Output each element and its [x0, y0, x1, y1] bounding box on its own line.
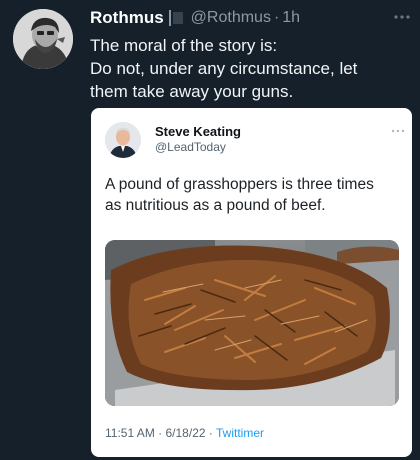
quoted-more-icon[interactable] [391, 122, 405, 136]
tweet-time[interactable]: 1h [282, 9, 300, 27]
quoted-date[interactable]: 6/18/22 [166, 426, 206, 440]
tweet-text: The moral of the story is: Do not, under… [90, 34, 410, 103]
more-icon[interactable] [394, 7, 410, 25]
flag-icon [172, 12, 183, 24]
tweet-text-line: Do not, under any circumstance, let [90, 59, 358, 78]
author-name[interactable]: Rothmus [90, 8, 164, 28]
quoted-tweet-footer: 11:51 AM · 6/18/22 · Twittimer [105, 426, 264, 440]
grasshoppers-photo-illustration [105, 240, 399, 406]
quoted-text-line: A pound of grasshoppers is three times [105, 176, 374, 193]
name-divider [168, 10, 171, 26]
footer-separator: · [208, 426, 213, 440]
quoted-tweet-card[interactable]: Steve Keating @LeadToday A pound of gras… [91, 108, 412, 457]
grasshoppers-photo[interactable] [105, 240, 399, 406]
tweet: Rothmus @Rothmus · 1h The moral of the s… [0, 0, 420, 460]
quoted-text-line: as nutritious as a pound of beef. [105, 197, 326, 214]
quoted-avatar-illustration [105, 122, 141, 158]
tweet-text-line: them take away your guns. [90, 82, 294, 101]
tweet-content: Rothmus @Rothmus · 1h The moral of the s… [90, 6, 410, 103]
quoted-tweet-text: A pound of grasshoppers is three times a… [105, 174, 405, 216]
quoted-author-name[interactable]: Steve Keating [155, 124, 241, 139]
quoted-author-avatar[interactable] [105, 122, 141, 158]
tweet-header: Rothmus @Rothmus · 1h [90, 6, 410, 30]
quoted-author-handle[interactable]: @LeadToday [155, 140, 226, 154]
quoted-time[interactable]: 11:51 AM [105, 426, 155, 440]
tweet-text-line: The moral of the story is: [90, 36, 278, 55]
avatar-illustration [13, 9, 73, 69]
author-avatar[interactable] [13, 9, 73, 69]
author-handle[interactable]: @Rothmus [191, 9, 271, 27]
quoted-source-link[interactable]: Twittimer [216, 426, 264, 440]
header-separator: · [273, 9, 280, 26]
quoted-tweet-header: Steve Keating @LeadToday [105, 120, 405, 160]
footer-separator: · [158, 426, 163, 440]
